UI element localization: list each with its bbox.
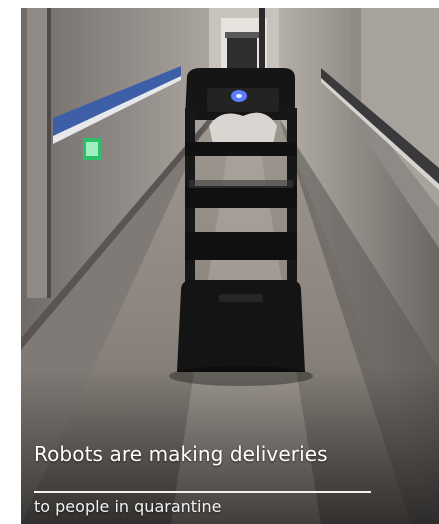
caption-title: Robots are making deliveries <box>34 442 328 466</box>
caption-divider <box>34 491 371 493</box>
caption-subtitle: to people in quarantine <box>34 497 222 516</box>
video-frame: Robots are making deliveries to people i… <box>21 8 439 524</box>
caption-overlay: Robots are making deliveries to people i… <box>21 418 439 524</box>
